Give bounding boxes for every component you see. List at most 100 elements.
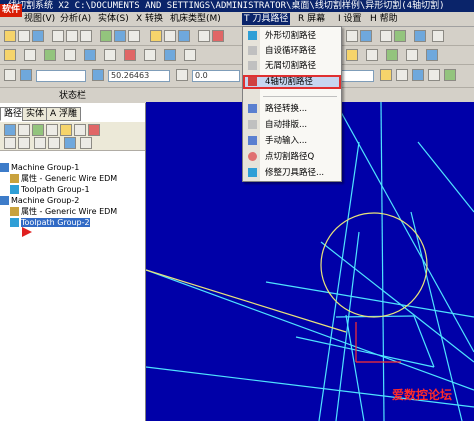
open-icon[interactable] — [4, 30, 16, 42]
undo-icon[interactable] — [66, 30, 78, 42]
pan-icon[interactable] — [128, 30, 140, 42]
menu-settings[interactable]: I 设置 — [336, 13, 364, 25]
cut-icon[interactable] — [52, 30, 64, 42]
tab-relief[interactable]: A 浮雕 — [46, 107, 82, 121]
settings-icon[interactable] — [432, 30, 444, 42]
toolpath-icon[interactable] — [346, 49, 358, 61]
yellow-contour-line — [146, 269, 347, 333]
x-coordinate-icon[interactable] — [20, 69, 32, 81]
window-title: 线切割系统 X2 C:\DOCUMENTS AND SETTINGS\ADMIN… — [8, 1, 445, 11]
view-icon[interactable] — [178, 30, 190, 42]
tree-item-machine-group-2[interactable]: Machine Group-2 — [0, 195, 79, 206]
select-vector-icon[interactable] — [444, 69, 456, 81]
offset-icon[interactable] — [164, 49, 176, 61]
transform-icon — [248, 104, 257, 113]
selection-dropdown[interactable] — [340, 70, 374, 82]
scroll-icon[interactable] — [80, 137, 92, 149]
highfeed-icon[interactable] — [74, 124, 86, 136]
menu-analyze[interactable]: 分析(A) — [58, 13, 93, 25]
move-up-icon[interactable] — [48, 137, 60, 149]
rectangle-icon[interactable] — [64, 49, 76, 61]
menu-view[interactable]: 视图(V) — [22, 13, 57, 25]
select-window-icon[interactable] — [412, 69, 424, 81]
tree-item-properties-1[interactable]: 属性 - Generic Wire EDM — [10, 173, 117, 184]
menu-help[interactable]: H 帮助 — [368, 13, 400, 25]
insert-arrow-icon[interactable] — [64, 137, 76, 149]
verify-icon[interactable] — [366, 49, 378, 61]
menu-item-nesting[interactable]: 自动排版... — [243, 118, 341, 132]
spline-icon[interactable] — [84, 49, 96, 61]
properties-icon — [10, 174, 19, 183]
arc-icon[interactable] — [44, 49, 56, 61]
menu-item-canned-cycle[interactable]: 自设循环路径 — [243, 44, 341, 58]
delete-icon[interactable] — [124, 49, 136, 61]
ops-icon[interactable] — [426, 49, 438, 61]
regen-icon[interactable] — [18, 124, 30, 136]
menu-item-4axis[interactable]: 4轴切割路径 — [243, 75, 341, 89]
toolpath-group-icon — [10, 218, 19, 227]
z-coordinate-icon[interactable] — [176, 69, 188, 81]
cycle-icon — [248, 46, 257, 55]
toolbar-row-1 — [0, 27, 474, 46]
menu-xform[interactable]: X 转换 — [134, 13, 165, 25]
wire-edge-line — [265, 281, 474, 318]
post-icon[interactable] — [406, 49, 418, 61]
verify-op-icon[interactable] — [46, 124, 58, 136]
save-icon[interactable] — [18, 30, 30, 42]
operations-toolbar — [0, 122, 145, 151]
wire-edge-line — [345, 314, 365, 421]
wireframe-icon[interactable] — [164, 30, 176, 42]
menu-item-contour-wire[interactable]: 外形切割路径 — [243, 29, 341, 43]
menu-item-no-core[interactable]: 无屑切割路径 — [243, 59, 341, 73]
wire-edge-line — [320, 241, 474, 363]
y-field[interactable]: 50.26463 — [108, 70, 170, 82]
trim-icon[interactable] — [104, 49, 116, 61]
menu-item-trim-toolpath[interactable]: 修整刀具路径... — [243, 166, 341, 180]
menu-screen[interactable]: R 屏幕 — [296, 13, 327, 25]
backplot-op-icon[interactable] — [32, 124, 44, 136]
plane-icon[interactable] — [360, 30, 372, 42]
menu-item-point-path[interactable]: 点切割路径Q — [243, 150, 341, 164]
grid-icon[interactable] — [346, 30, 358, 42]
menu-item-manual-entry[interactable]: 手动输入... — [243, 134, 341, 148]
mirror-icon[interactable] — [144, 49, 156, 61]
move-down-icon[interactable] — [34, 137, 46, 149]
rotate-icon[interactable] — [198, 30, 210, 42]
toggle-display-icon[interactable] — [18, 137, 30, 149]
four-axis-icon — [248, 77, 257, 86]
lock-icon[interactable] — [4, 137, 16, 149]
tree-item-properties-2[interactable]: 属性 - Generic Wire EDM — [10, 206, 117, 217]
color-icon[interactable] — [394, 30, 406, 42]
tree-item-toolpath-group-1[interactable]: Toolpath Group-1 — [10, 184, 90, 195]
line-icon[interactable] — [24, 49, 36, 61]
menu-toolpaths[interactable]: T 刀具路径 — [242, 13, 291, 25]
shade-icon[interactable] — [150, 30, 162, 42]
toolpath-group-icon — [10, 185, 19, 194]
select-all-ops-icon[interactable] — [4, 124, 16, 136]
backplot-icon[interactable] — [386, 49, 398, 61]
x-field[interactable] — [36, 70, 86, 82]
fit-icon[interactable] — [114, 30, 126, 42]
autocursor-icon[interactable] — [4, 69, 16, 81]
tab-solids[interactable]: 实体 — [22, 107, 49, 121]
tree-item-machine-group-1[interactable]: Machine Group-1 — [0, 162, 79, 173]
post-op-icon[interactable] — [60, 124, 72, 136]
z-field[interactable]: 0.0 — [192, 70, 240, 82]
zoom-icon[interactable] — [100, 30, 112, 42]
print-icon[interactable] — [32, 30, 44, 42]
fillet-icon[interactable] — [184, 49, 196, 61]
software-badge: 软件 — [0, 4, 22, 17]
analyze-icon[interactable] — [212, 30, 224, 42]
menu-solids[interactable]: 实体(S) — [96, 13, 131, 25]
redo-icon[interactable] — [80, 30, 92, 42]
select-chain-icon[interactable] — [396, 69, 408, 81]
select-area-icon[interactable] — [428, 69, 440, 81]
layer-icon[interactable] — [380, 30, 392, 42]
menu-machine-type[interactable]: 机床类型(M) — [168, 13, 223, 25]
delete-ops-icon[interactable] — [88, 124, 100, 136]
select-all-icon[interactable] — [380, 69, 392, 81]
menu-item-transform[interactable]: 路径转换... — [243, 102, 341, 116]
globe-icon[interactable] — [414, 30, 426, 42]
y-coordinate-icon[interactable] — [92, 69, 104, 81]
point-icon[interactable] — [4, 49, 16, 61]
